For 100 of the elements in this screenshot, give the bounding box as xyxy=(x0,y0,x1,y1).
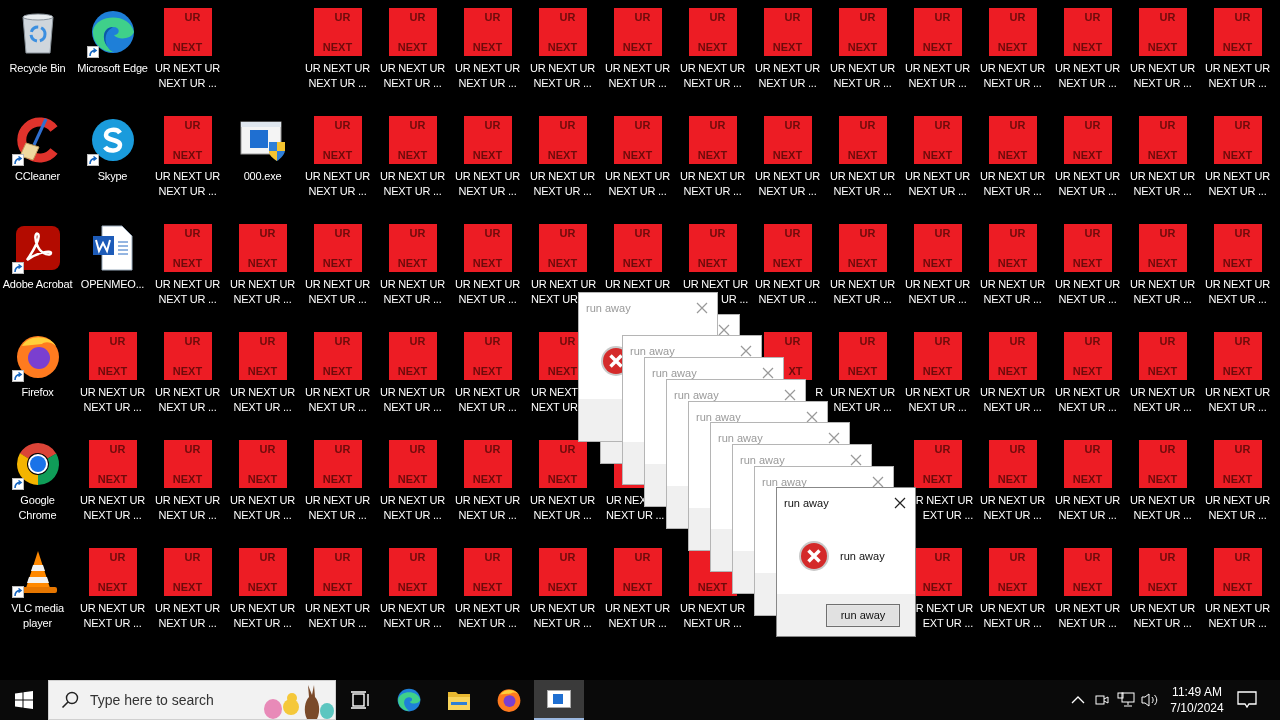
dialog-button[interactable]: run away xyxy=(826,603,900,627)
clock-time[interactable]: 11:49 AM xyxy=(1172,684,1222,700)
desktop-icon-label[interactable]: Firefox xyxy=(0,385,75,400)
desktop-icon-label[interactable]: UR NEXT UR NEXT UR ... xyxy=(1050,493,1125,523)
desktop-icon-label[interactable]: UR NEXT UR NEXT UR ... xyxy=(525,601,600,631)
desktop-icon-label[interactable]: UR NEXT UR NEXT UR ... xyxy=(450,61,525,91)
desktop-icon-label[interactable]: UR NEXT UR NEXT UR ... xyxy=(750,169,825,199)
desktop-icon-label[interactable]: UR NEXT UR NEXT UR ... xyxy=(1200,277,1275,307)
desktop-icon-label[interactable]: UR NEXT UR NEXT UR ... xyxy=(1050,385,1125,415)
desktop-icon-label[interactable]: UR NEXT UR NEXT UR ... xyxy=(750,61,825,91)
desktop-icon-label[interactable]: UR NEXT UR NEXT UR ... xyxy=(1125,169,1200,199)
desktop-icon-label[interactable]: UR NEXT UR NEXT UR ... xyxy=(450,493,525,523)
desktop-icon-label[interactable]: UR NEXT UR NEXT UR ... xyxy=(975,277,1050,307)
desktop-icon-label[interactable]: UR NEXT UR NEXT UR ... xyxy=(975,169,1050,199)
desktop-icon-label[interactable]: UR NEXT UR NEXT UR ... xyxy=(300,277,375,307)
desktop-icon-label[interactable]: UR NEXT UR NEXT UR ... xyxy=(150,493,225,523)
desktop-icon-label[interactable]: UR NEXT UR NEXT UR ... xyxy=(975,61,1050,91)
desktop-icon-label[interactable]: UR NEXT UR NEXT UR ... xyxy=(600,169,675,199)
desktop-icon-label[interactable]: UR NEXT UR NEXT UR ... xyxy=(600,601,675,631)
desktop-icon-label[interactable]: UR NEXT UR NEXT UR ... xyxy=(375,277,450,307)
desktop-icon-label[interactable]: OPENMEO... xyxy=(75,277,150,292)
desktop-icon-label[interactable]: UR NEXT UR NEXT UR ... xyxy=(450,601,525,631)
desktop-icon-label[interactable]: UR NEXT UR NEXT UR ... xyxy=(975,493,1050,523)
desktop-icon-label[interactable]: UR NEXT UR NEXT UR ... xyxy=(1050,601,1125,631)
desktop-icon-label[interactable]: UR NEXT UR NEXT UR ... xyxy=(225,277,300,307)
desktop-icon-label[interactable]: UR NEXT UR NEXT UR ... xyxy=(150,385,225,415)
desktop-icon-label[interactable]: UR NEXT UR NEXT UR ... xyxy=(375,385,450,415)
desktop-icon-label[interactable]: UR NEXT UR NEXT UR ... xyxy=(1125,61,1200,91)
close-button[interactable] xyxy=(893,496,907,511)
taskbar-app-button[interactable] xyxy=(534,680,584,720)
desktop-icon-label[interactable]: UR NEXT UR NEXT UR ... xyxy=(900,61,975,91)
desktop-icon-label[interactable]: UR NEXT UR NEXT UR ... xyxy=(675,601,750,631)
desktop-icon-label[interactable]: UR NEXT UR NEXT UR ... xyxy=(1050,277,1125,307)
desktop-icon-label[interactable]: Recycle Bin xyxy=(0,61,75,76)
tile-text: NEXT xyxy=(172,41,203,54)
desktop-icon-label[interactable]: UR NEXT UR NEXT UR ... xyxy=(525,169,600,199)
desktop-icon-label[interactable]: UR NEXT UR NEXT UR ... xyxy=(450,169,525,199)
desktop-icon-label[interactable]: UR NEXT UR NEXT UR ... xyxy=(525,493,600,523)
desktop-icon-label[interactable]: UR NEXT UR NEXT UR ... xyxy=(975,385,1050,415)
desktop-icon-label[interactable]: Adobe Acrobat xyxy=(0,277,75,292)
desktop-icon-label[interactable]: UR NEXT UR NEXT UR ... xyxy=(300,169,375,199)
desktop-icon-label[interactable]: UR NEXT UR NEXT UR ... xyxy=(975,601,1050,631)
desktop-icon-label[interactable]: UR NEXT UR NEXT UR ... xyxy=(825,385,900,415)
search-field[interactable]: Type here to search xyxy=(88,691,261,709)
desktop-icon-label[interactable]: UR NEXT UR NEXT UR ... xyxy=(150,601,225,631)
desktop-icon-label[interactable]: UR NEXT UR NEXT UR ... xyxy=(225,385,300,415)
desktop-icon-label[interactable]: UR NEXT UR NEXT UR ... xyxy=(75,493,150,523)
desktop-icon-label[interactable]: UR NEXT UR NEXT UR ... xyxy=(1200,385,1275,415)
desktop-icon-label[interactable]: UR NEXT UR NEXT UR ... xyxy=(600,61,675,91)
desktop-icon-label[interactable]: UR NEXT UR NEXT UR ... xyxy=(825,169,900,199)
desktop-icon-label[interactable]: UR NEXT UR NEXT UR ... xyxy=(375,169,450,199)
desktop-icon-label[interactable]: UR NEXT UR NEXT UR ... xyxy=(1125,277,1200,307)
desktop-icon-label[interactable]: 000.exe xyxy=(225,169,300,184)
desktop-icon-label[interactable]: UR NEXT UR NEXT UR ... xyxy=(1200,601,1275,631)
desktop-icon-label[interactable]: UR NEXT UR NEXT UR ... xyxy=(225,493,300,523)
desktop-icon-label[interactable]: UR NEXT UR NEXT UR ... xyxy=(225,601,300,631)
desktop-icon-label[interactable]: UR NEXT UR NEXT UR ... xyxy=(150,169,225,199)
desktop-icon-label[interactable]: UR NEXT UR NEXT UR ... xyxy=(300,385,375,415)
desktop-icon-label[interactable]: UR NEXT UR NEXT UR ... xyxy=(75,385,150,415)
desktop-icon-label[interactable]: UR NEXT UR NEXT UR ... xyxy=(150,277,225,307)
tile-text: NEXT xyxy=(322,257,353,270)
desktop-icon-label[interactable]: UR NEXT UR NEXT UR ... xyxy=(300,601,375,631)
desktop-icon-label[interactable]: UR NEXT UR NEXT UR ... xyxy=(1050,61,1125,91)
desktop-icon-label[interactable]: UR NEXT UR NEXT UR ... xyxy=(75,601,150,631)
desktop-icon-label[interactable]: UR NEXT UR NEXT UR ... xyxy=(450,277,525,307)
desktop-icon-label[interactable]: UR NEXT UR NEXT UR ... xyxy=(900,169,975,199)
desktop-icon-label[interactable]: UR NEXT UR NEXT UR ... xyxy=(900,385,975,415)
desktop-icon-label[interactable]: UR NEXT UR NEXT UR ... xyxy=(1050,169,1125,199)
desktop-icon-label[interactable]: UR NEXT UR NEXT UR ... xyxy=(300,61,375,91)
desktop-icon-label[interactable]: Skype xyxy=(75,169,150,184)
desktop-icon-label[interactable]: Microsoft Edge xyxy=(75,61,150,76)
desktop-icon-label[interactable]: UR NEXT UR NEXT UR ... xyxy=(1125,493,1200,523)
desktop-icon-label[interactable]: UR NEXT UR NEXT UR ... xyxy=(1200,61,1275,91)
desktop-icon-label[interactable]: UR NEXT UR NEXT UR ... xyxy=(825,61,900,91)
desktop-icon-label[interactable]: UR NEXT UR NEXT UR ... xyxy=(375,61,450,91)
desktop-icon-label[interactable]: VLC media player xyxy=(0,601,75,631)
desktop-icon-label[interactable]: Google Chrome xyxy=(0,493,75,523)
desktop-icon-label[interactable]: UR NEXT UR NEXT UR ... xyxy=(1125,385,1200,415)
desktop-icon-label[interactable]: UR NEXT UR NEXT UR ... xyxy=(675,61,750,91)
desktop-icon-label[interactable]: UR NEXT UR NEXT UR ... xyxy=(375,601,450,631)
desktop-icon-label[interactable]: UR NEXT UR NEXT UR ... xyxy=(1200,493,1275,523)
desktop-icon-label[interactable]: UR NEXT UR NEXT UR ... xyxy=(900,277,975,307)
desktop-icon-label[interactable]: UR NEXT UR NEXT UR ... xyxy=(1200,169,1275,199)
clock-date[interactable]: 7/10/2024 xyxy=(1170,700,1224,716)
tile-text: UR xyxy=(1234,335,1251,348)
desktop-icon-label[interactable]: UR NEXT UR NEXT UR ... xyxy=(1125,601,1200,631)
desktop-icon-label[interactable]: UR NEXT UR NEXT UR ... xyxy=(825,277,900,307)
desktop-icon-label[interactable]: UR NEXT UR NEXT UR ... xyxy=(375,493,450,523)
desktop-icon-label[interactable]: UR NEXT UR NEXT UR ... xyxy=(450,385,525,415)
desktop-icon-label[interactable]: UR NEXT UR NEXT UR ... xyxy=(750,277,825,307)
desktop-icon-label[interactable]: UR NEXT UR NEXT UR ... xyxy=(675,169,750,199)
desktop-icon-label[interactable]: CCleaner xyxy=(0,169,75,184)
acrobat-icon[interactable] xyxy=(13,224,62,272)
search-box[interactable]: Type here to search xyxy=(48,680,336,720)
tile-text: UR xyxy=(559,443,576,456)
desktop-icon-label[interactable]: UR NEXT UR NEXT UR ... xyxy=(150,61,225,91)
tile-text: NEXT xyxy=(997,41,1028,54)
desktop-icon-label[interactable]: UR NEXT UR xyxy=(600,277,675,292)
desktop-icon-label[interactable]: UR NEXT UR NEXT UR ... xyxy=(525,61,600,91)
desktop-icon-label[interactable]: UR NEXT UR NEXT UR ... xyxy=(300,493,375,523)
